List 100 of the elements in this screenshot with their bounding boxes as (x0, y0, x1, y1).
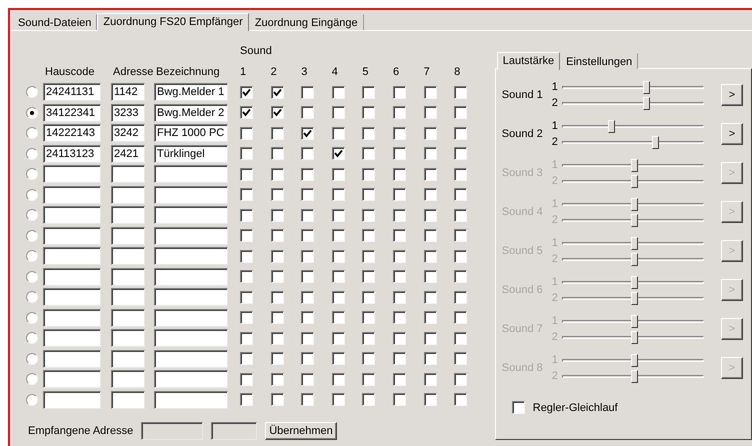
checkbox[interactable] (270, 332, 284, 345)
slider-thumb[interactable] (652, 136, 660, 148)
checkbox[interactable] (362, 126, 376, 140)
volume-slider[interactable] (562, 368, 704, 382)
bezeichnung-field[interactable] (154, 390, 228, 409)
checkbox[interactable] (392, 168, 406, 181)
radio-button[interactable] (26, 332, 38, 344)
volume-slider[interactable] (562, 212, 704, 226)
adresse-field[interactable] (111, 226, 145, 245)
checkbox[interactable] (424, 311, 437, 324)
checkbox[interactable] (454, 188, 468, 202)
hauscode-field[interactable] (43, 206, 101, 224)
checkbox[interactable] (332, 290, 345, 304)
hauscode-field[interactable] (43, 350, 101, 368)
adresse-field[interactable] (111, 165, 145, 184)
adresse-field[interactable] (111, 308, 145, 327)
checkbox[interactable] (301, 393, 314, 406)
checkbox[interactable] (332, 106, 345, 120)
checkbox[interactable] (362, 250, 376, 263)
checkbox[interactable] (240, 229, 253, 242)
bezeichnung-field[interactable] (154, 370, 228, 388)
checkbox[interactable] (454, 208, 468, 222)
checkbox[interactable] (270, 270, 284, 284)
checkbox[interactable] (392, 229, 406, 242)
checkbox[interactable] (332, 147, 345, 160)
checkbox[interactable] (454, 290, 468, 304)
radio-button[interactable] (26, 209, 38, 222)
checkbox[interactable] (362, 270, 376, 284)
adresse-field[interactable] (111, 206, 145, 224)
bezeichnung-field[interactable] (154, 165, 228, 184)
checkbox[interactable] (301, 229, 314, 242)
bezeichnung-field[interactable] (154, 226, 228, 245)
hauscode-field[interactable]: 34122341 (43, 104, 101, 122)
volume-slider[interactable] (562, 236, 704, 250)
radio-button[interactable] (26, 106, 38, 119)
checkbox[interactable] (240, 86, 253, 99)
bezeichnung-field[interactable] (154, 288, 228, 306)
radio-button[interactable] (26, 250, 38, 262)
hauscode-field[interactable]: 24241131 (43, 83, 101, 102)
hauscode-field[interactable] (43, 390, 101, 409)
hauscode-field[interactable] (43, 186, 101, 204)
checkbox[interactable] (332, 250, 345, 263)
hauscode-field[interactable] (43, 370, 101, 388)
adresse-field[interactable] (111, 329, 145, 348)
checkbox[interactable] (392, 270, 406, 284)
checkbox[interactable] (392, 188, 406, 202)
checkbox[interactable] (424, 332, 437, 345)
hauscode-field[interactable] (43, 268, 101, 286)
checkbox[interactable] (332, 270, 345, 284)
adresse-field[interactable] (111, 390, 145, 409)
checkbox[interactable] (454, 86, 468, 99)
play-button[interactable]: > (721, 122, 743, 144)
checkbox[interactable] (240, 393, 253, 406)
radio-button[interactable] (26, 394, 38, 406)
radio-button[interactable] (26, 312, 38, 324)
volume-slider[interactable] (562, 274, 704, 288)
bezeichnung-field[interactable] (154, 350, 228, 368)
adresse-field[interactable]: 1142 (111, 83, 145, 102)
radio-button[interactable] (26, 168, 38, 180)
hauscode-field[interactable] (43, 165, 101, 184)
hauscode-field[interactable] (43, 329, 101, 348)
checkbox[interactable] (301, 126, 314, 140)
checkbox[interactable] (392, 290, 406, 304)
checkbox[interactable] (240, 290, 253, 304)
checkbox[interactable] (240, 188, 253, 202)
checkbox[interactable] (240, 352, 253, 366)
checkbox[interactable] (424, 393, 437, 406)
checkbox[interactable] (454, 147, 468, 160)
hauscode-field[interactable] (43, 226, 101, 245)
play-button[interactable]: > (721, 84, 743, 106)
checkbox[interactable] (362, 168, 376, 181)
radio-button[interactable] (26, 86, 38, 98)
volume-slider[interactable] (562, 96, 704, 110)
tab[interactable]: Zuordnung FS20 Empfänger (97, 13, 249, 31)
checkbox[interactable] (332, 168, 345, 181)
checkbox[interactable] (392, 250, 406, 263)
checkbox[interactable] (392, 311, 406, 324)
radio-button[interactable] (26, 127, 38, 140)
checkbox[interactable] (270, 86, 284, 99)
checkbox[interactable] (301, 147, 314, 160)
checkbox[interactable] (392, 106, 406, 120)
checkbox[interactable] (424, 250, 437, 263)
checkbox[interactable] (240, 270, 253, 284)
checkbox[interactable] (240, 147, 253, 160)
apply-button[interactable]: Übernehmen (265, 422, 337, 440)
checkbox[interactable] (240, 126, 253, 140)
checkbox[interactable] (270, 229, 284, 242)
checkbox[interactable] (240, 168, 253, 181)
checkbox[interactable] (240, 332, 253, 345)
checkbox[interactable] (332, 372, 345, 386)
checkbox[interactable] (424, 352, 437, 366)
checkbox[interactable] (332, 311, 345, 324)
hauscode-field[interactable]: 14222143 (43, 124, 101, 142)
checkbox[interactable] (392, 126, 406, 140)
checkbox[interactable] (301, 270, 314, 284)
radio-button[interactable] (26, 270, 38, 283)
checkbox[interactable] (362, 106, 376, 120)
bezeichnung-field[interactable] (154, 329, 228, 348)
bezeichnung-field[interactable]: Bwg.Melder 1 (154, 83, 228, 102)
radio-button[interactable] (26, 373, 38, 386)
